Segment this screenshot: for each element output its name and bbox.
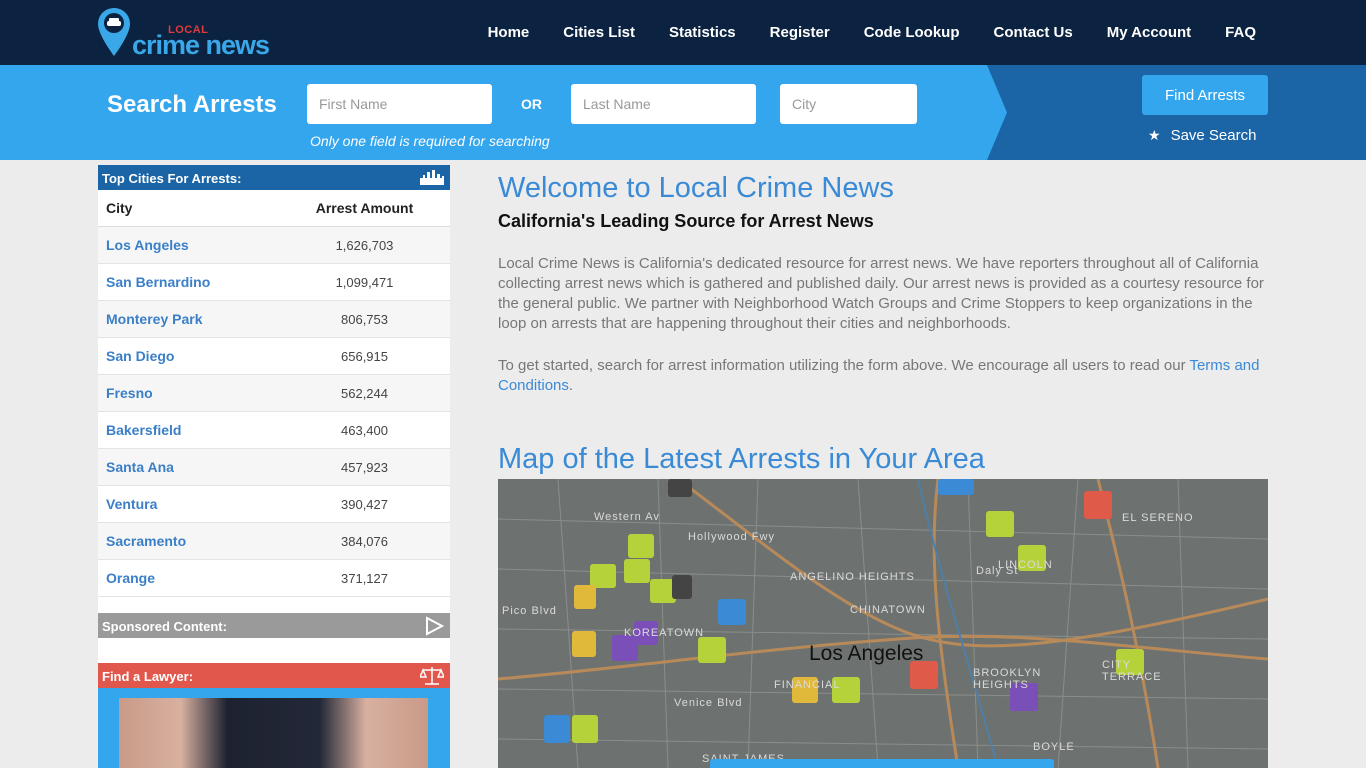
logo-name-text: crime news [132,30,270,60]
nav-home[interactable]: Home [488,24,530,41]
handcuffs-photo [119,698,428,768]
arrest-amount: 371,127 [341,570,388,586]
arrest-amount: 562,244 [341,385,388,401]
site-logo[interactable]: LOCAL crime news [98,8,288,60]
city-skyline-icon [420,170,444,185]
map-label: Daly St [976,565,1019,577]
city-column-header: City [106,200,133,216]
arrest-amount: 390,427 [341,496,388,512]
map-label: Pico Blvd [502,605,557,617]
open-map-button[interactable] [710,759,1054,768]
getting-started-text: To get started, search for arrest inform… [498,357,1190,374]
page-subtitle: California's Leading Source for Arrest N… [498,211,874,231]
map-label: CHINATOWN [850,604,926,616]
arrest-amount: 384,076 [341,533,388,549]
scales-of-justice-icon [420,667,444,685]
nav-my-account[interactable]: My Account [1107,24,1191,41]
nav-statistics[interactable]: Statistics [669,24,736,41]
search-hint: Only one field is required for searching [310,133,550,149]
city-input[interactable] [780,84,917,124]
play-icon [426,616,444,636]
table-row: Bakersfield 463,400 [98,412,450,449]
arrest-amount: 806,753 [341,311,388,327]
map-city-label: Los Angeles [809,642,924,665]
top-cities-title: Top Cities For Arrests: [102,171,242,186]
map-label: Hollywood Fwy [688,531,775,543]
city-link[interactable]: Monterey Park [98,311,298,327]
sponsored-content-area [98,638,450,663]
page-title: Welcome to Local Crime News [498,172,894,204]
last-name-input[interactable] [571,84,756,124]
main-content: Welcome to Local Crime News California's… [498,165,1268,396]
map-label: BOYLE [1033,741,1075,753]
amount-column-header: Arrest Amount [315,200,414,216]
period-text: . [568,377,574,394]
table-row: Monterey Park 806,753 [98,301,450,338]
nav-contact-us[interactable]: Contact Us [994,24,1073,41]
map-label: BROOKLYN HEIGHTS [973,667,1042,691]
table-row: San Bernardino 1,099,471 [98,264,450,301]
arrests-map[interactable]: ANGELINO HEIGHTS CHINATOWN LINCOLN EL SE… [498,479,1268,768]
arrest-amount: 457,923 [341,459,388,475]
city-link[interactable]: Ventura [98,496,298,512]
main-nav: Home Cities List Statistics Register Cod… [454,0,1256,65]
find-lawyer-title: Find a Lawyer: [102,669,194,684]
lawyer-ad-image[interactable] [98,688,450,768]
nav-faq[interactable]: FAQ [1225,24,1256,41]
sidebar: Top Cities For Arrests: City Arrest Amou… [98,165,450,768]
nav-register[interactable]: Register [770,24,830,41]
table-row: Santa Ana 457,923 [98,449,450,486]
map-title: Map of the Latest Arrests in Your Area [498,443,985,475]
map-label: EL SERENO [1122,512,1194,524]
save-search-label: Save Search [1170,127,1257,144]
getting-started-paragraph: To get started, search for arrest inform… [498,356,1268,396]
find-lawyer-header: Find a Lawyer: [98,663,450,688]
cities-table-header: City Arrest Amount [98,190,450,227]
intro-paragraph: Local Crime News is California's dedicat… [498,255,1264,332]
arrest-amount: 656,915 [341,348,388,364]
map-pin-logo-icon [98,8,130,56]
table-row: Los Angeles 1,626,703 [98,227,450,264]
nav-cities-list[interactable]: Cities List [563,24,635,41]
city-link[interactable]: Sacramento [98,533,298,549]
arrest-amount: 1,099,471 [335,274,394,290]
city-link[interactable]: San Bernardino [98,274,298,290]
city-link[interactable]: Santa Ana [98,459,298,475]
nav-code-lookup[interactable]: Code Lookup [864,24,960,41]
first-name-input[interactable] [307,84,492,124]
top-navbar: LOCAL crime news Home Cities List Statis… [0,0,1366,65]
sponsored-title: Sponsored Content: [102,619,227,634]
or-label: OR [521,96,542,112]
map-label: Western Av [594,511,660,523]
table-row: Fresno 562,244 [98,375,450,412]
table-row: Orange 371,127 [98,560,450,597]
save-search-link[interactable]: ★ Save Search [1148,127,1256,144]
city-link[interactable]: Fresno [98,385,298,401]
city-link[interactable]: San Diego [98,348,298,364]
map-label: FINANCIAL [774,679,841,691]
map-label: CITY TERRACE [1102,659,1162,683]
table-row: Sacramento 384,076 [98,523,450,560]
search-title: Search Arrests [107,91,277,118]
map-label: KOREATOWN [624,627,705,639]
city-link[interactable]: Los Angeles [98,237,298,253]
sidebar-spacer [98,597,450,613]
city-link[interactable]: Bakersfield [98,422,298,438]
arrest-amount: 463,400 [341,422,388,438]
table-row: San Diego 656,915 [98,338,450,375]
find-arrests-button[interactable]: Find Arrests [1142,75,1268,115]
map-label: ANGELINO HEIGHTS [790,571,915,583]
top-cities-header: Top Cities For Arrests: [98,165,450,190]
star-icon: ★ [1148,127,1161,143]
cities-table-body: Los Angeles 1,626,703 San Bernardino 1,099… [98,227,450,597]
map-label: Venice Blvd [674,697,743,709]
arrest-amount: 1,626,703 [335,237,394,253]
sponsored-header: Sponsored Content: [98,613,450,638]
city-link[interactable]: Orange [98,570,298,586]
table-row: Ventura 390,427 [98,486,450,523]
